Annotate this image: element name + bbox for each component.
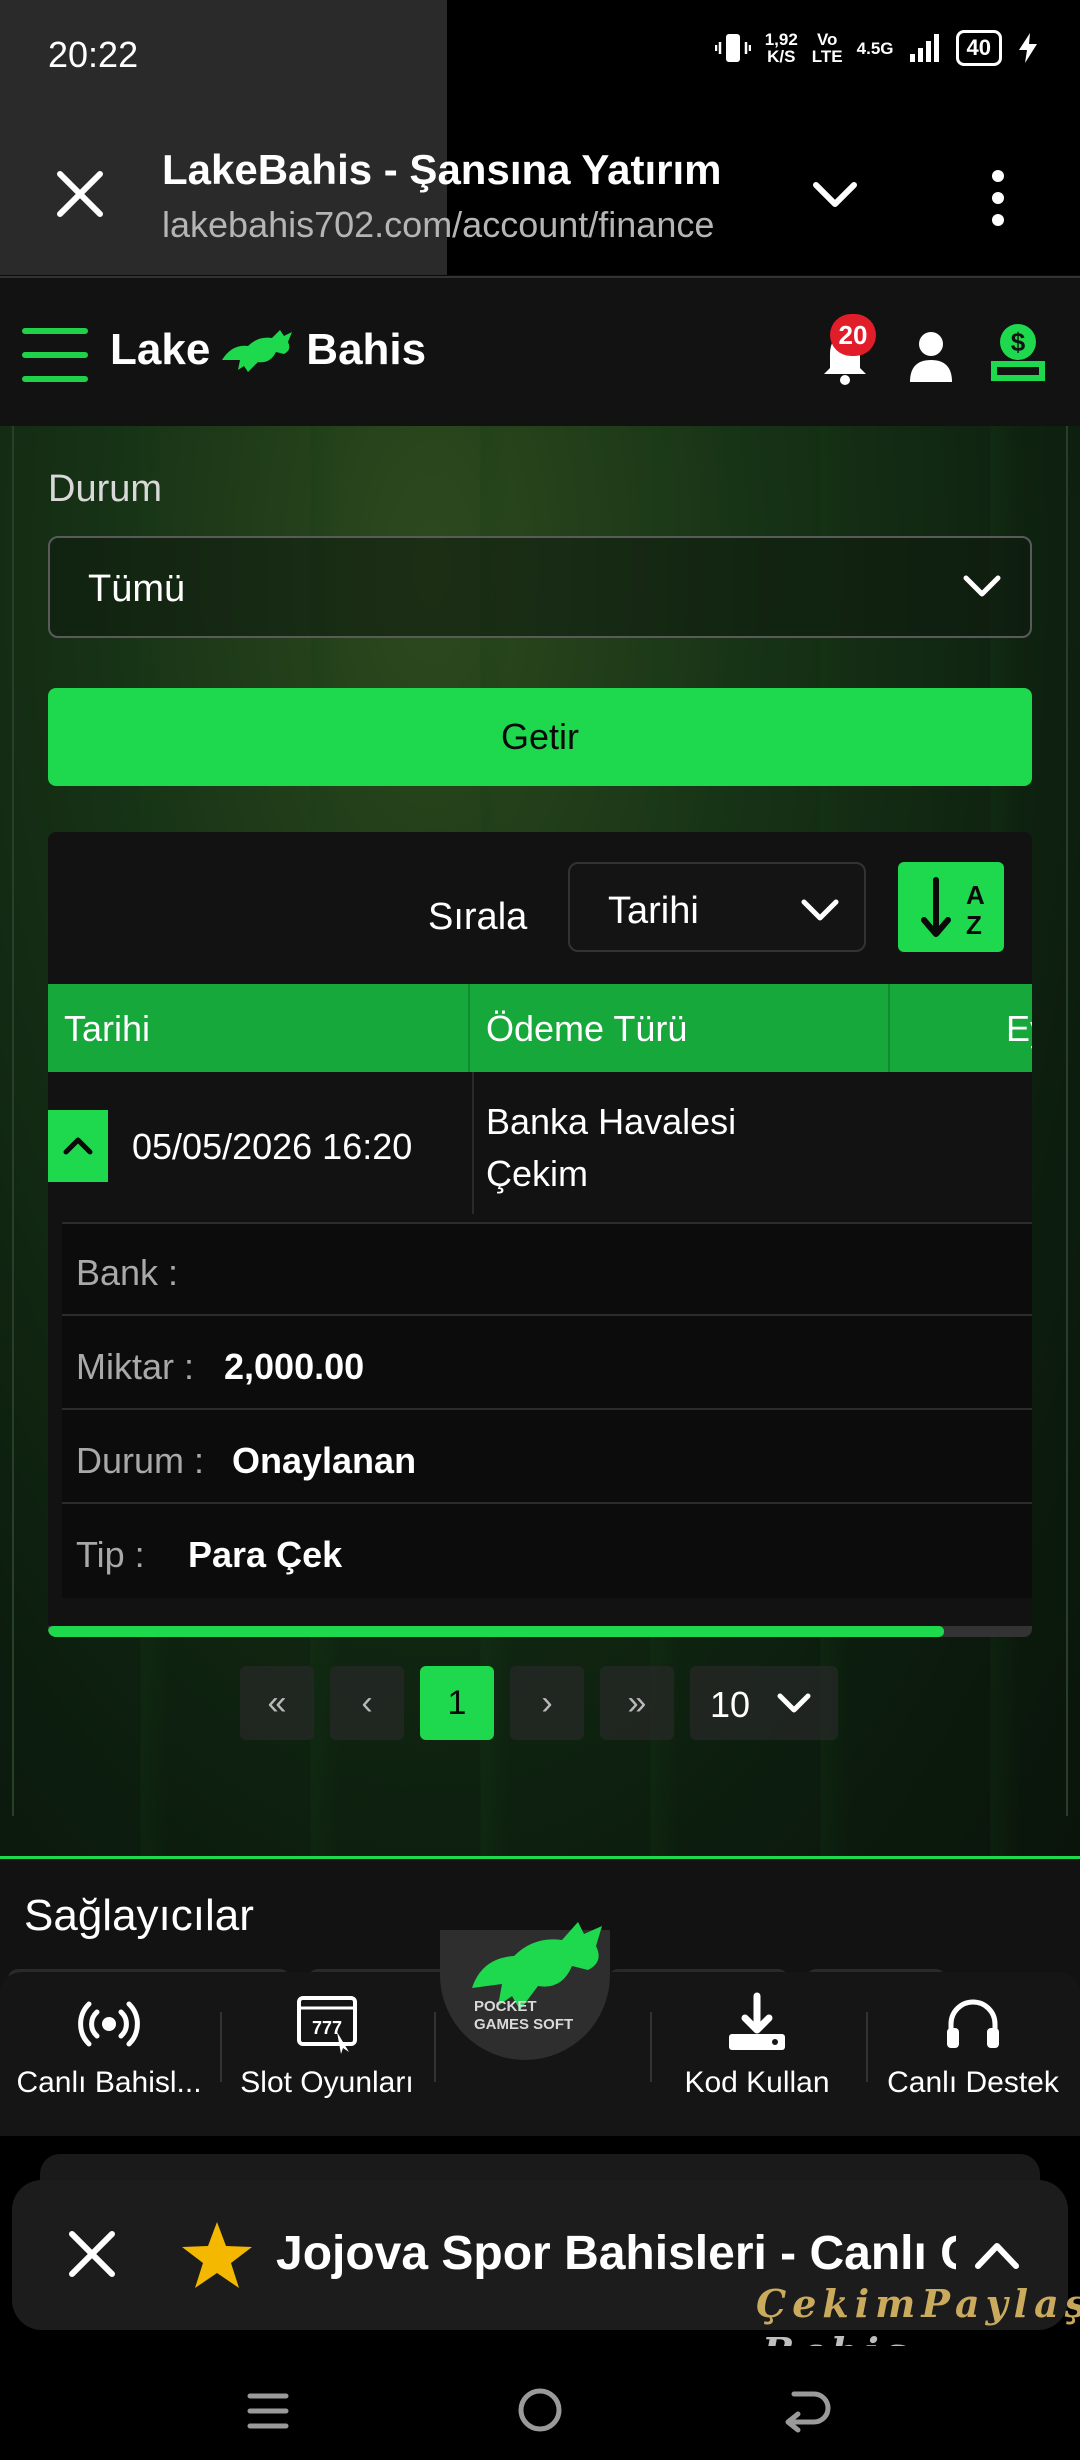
site-header: Lake Bahis 20 $ <box>0 276 1080 426</box>
submit-button[interactable]: Getir <box>48 688 1032 786</box>
svg-text:Z: Z <box>966 910 982 940</box>
chevron-down-icon <box>777 1693 811 1713</box>
current-page-button[interactable]: 1 <box>420 1666 494 1740</box>
sort-label: Sırala <box>428 896 528 938</box>
vibrate-icon <box>714 34 751 62</box>
svg-text:777: 777 <box>312 2018 342 2038</box>
pagination: « ‹ 1 › » 10 <box>240 1666 838 1740</box>
volte-indicator: Vo LTE <box>811 30 843 66</box>
menu-icon[interactable] <box>22 328 88 382</box>
svg-text:A: A <box>966 880 985 910</box>
page-size-select[interactable]: 10 <box>690 1666 838 1740</box>
chevron-up-icon[interactable] <box>972 2234 1022 2274</box>
chevron-down-icon[interactable] <box>810 175 860 215</box>
detail-type: Tip : Para Çek <box>76 1534 343 1575</box>
column-header-date[interactable]: Tarihi <box>64 1008 150 1050</box>
nav-live-betting[interactable]: Canlı Bahisl... <box>4 1992 214 2100</box>
system-navigation-bar <box>0 2346 1080 2460</box>
more-options-icon[interactable] <box>990 168 1006 228</box>
page-title: LakeBahis - Şansına Yatırım <box>162 146 722 193</box>
collapse-row-button[interactable] <box>48 1110 108 1182</box>
column-header-action[interactable]: Ey <box>1006 1008 1032 1050</box>
charging-icon <box>1019 33 1037 63</box>
star-icon <box>182 2222 252 2288</box>
net-speed: 1,92 K/S <box>764 30 798 66</box>
status-bar: 20:22 1,92 K/S Vo LTE 4.5G 40 <box>0 0 1080 275</box>
broadcast-icon <box>78 2001 140 2047</box>
column-header-payment-type[interactable]: Ödeme Türü <box>486 1008 687 1050</box>
nav-slot-games[interactable]: 777 Slot Oyunları <box>222 1992 432 2100</box>
providers-title: Sağlayıcılar <box>24 1891 254 1940</box>
status-label: Durum <box>48 468 163 510</box>
scrollbar-thumb[interactable] <box>48 1626 944 1637</box>
bull-logo-icon <box>222 330 293 372</box>
next-page-button[interactable]: › <box>510 1666 584 1740</box>
nav-use-code[interactable]: Kod Kullan <box>652 1992 862 2100</box>
row-details: Bank : Miktar : 2,000.00 Durum : Onaylan… <box>62 1222 1032 1598</box>
table-header: Tarihi Ödeme Türü Ey <box>48 984 1032 1072</box>
browser-toolbar: LakeBahis - Şansına Yatırım lakebahis702… <box>0 110 1080 275</box>
slot-machine-icon: 777 <box>297 1996 357 2054</box>
chevron-down-icon <box>963 575 1001 597</box>
finance-content: Durum Tümü Getir Sırala Tarihi A Z Tarih… <box>0 426 1080 1856</box>
last-page-button[interactable]: » <box>600 1666 674 1740</box>
table-row: 05/05/2026 16:20 Banka Havalesi Çekim <box>48 1072 1032 1214</box>
download-icon <box>729 1992 785 2050</box>
status-select[interactable]: Tümü <box>48 536 1032 638</box>
sort-order-button[interactable]: A Z <box>898 862 1004 952</box>
provider-logo-text: POCKET GAMES SOFT <box>474 1998 574 2033</box>
row-date: 05/05/2026 16:20 <box>132 1126 413 1167</box>
deposit-icon[interactable]: $ <box>988 320 1048 386</box>
sort-select-value: Tarihi <box>608 890 699 932</box>
banner-title: Jojova Spor Bahisleri - Canlı Casino <box>276 2227 956 2280</box>
row-payment-type: Banka Havalesi Çekim <box>486 1101 737 1194</box>
detail-amount: Miktar : 2,000.00 <box>62 1318 1032 1410</box>
network-type: 4.5G <box>856 38 894 58</box>
first-page-button[interactable]: « <box>240 1666 314 1740</box>
headset-icon <box>947 1999 999 2048</box>
chevron-down-icon <box>801 899 839 921</box>
battery-indicator: 40 <box>955 30 1002 66</box>
prev-page-button[interactable]: ‹ <box>330 1666 404 1740</box>
sort-az-icon: A Z <box>921 877 985 940</box>
site-logo[interactable]: Lake Bahis <box>110 324 426 376</box>
chevron-up-icon <box>63 1137 93 1155</box>
detail-bank: Bank : <box>62 1224 1032 1316</box>
sort-select[interactable]: Tarihi <box>568 862 866 952</box>
signal-icon <box>909 34 939 62</box>
close-icon[interactable] <box>52 166 108 222</box>
transactions-table: Sırala Tarihi A Z Tarihi Ödeme Türü Ey 0… <box>48 832 1032 1637</box>
url-text[interactable]: lakebahis702.com/account/finance <box>162 204 762 246</box>
nav-live-support[interactable]: Canlı Destek <box>868 1992 1078 2100</box>
close-icon[interactable] <box>62 2224 122 2284</box>
home-icon[interactable] <box>516 2386 564 2434</box>
user-icon[interactable] <box>906 328 956 384</box>
back-icon[interactable] <box>780 2386 836 2434</box>
status-time: 20:22 <box>48 34 139 75</box>
recent-apps-icon[interactable] <box>246 2392 290 2430</box>
svg-text:$: $ <box>1011 327 1026 357</box>
status-icons: 1,92 K/S Vo LTE 4.5G 40 <box>714 30 1040 66</box>
detail-status: Durum : Onaylanan <box>62 1412 1032 1504</box>
notification-badge: 20 <box>830 314 876 356</box>
status-select-value: Tümü <box>88 568 186 610</box>
